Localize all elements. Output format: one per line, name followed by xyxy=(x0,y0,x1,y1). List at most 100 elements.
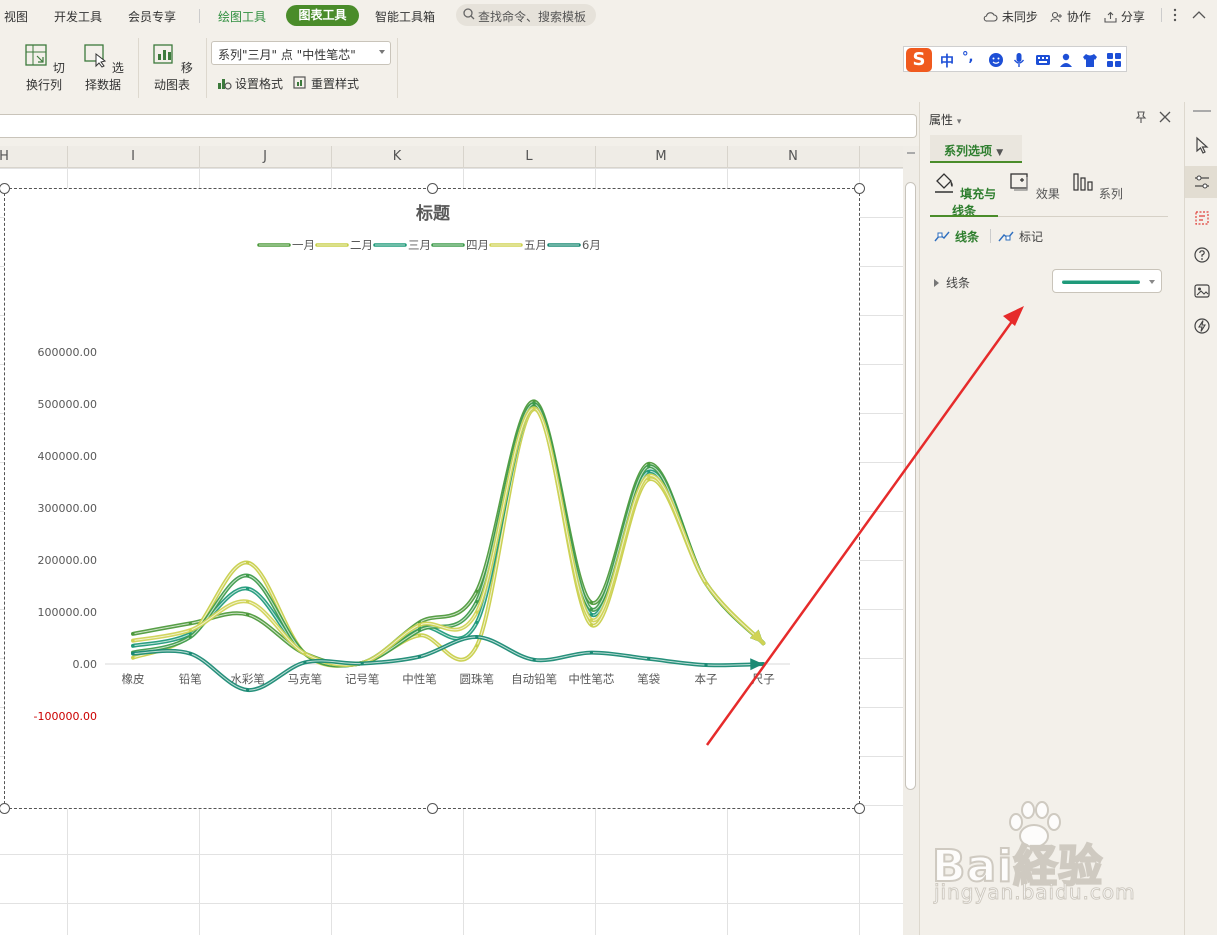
set-format-button[interactable]: 设置格式 xyxy=(216,75,283,92)
switch-row-col-icon xyxy=(25,44,47,66)
help-icon[interactable] xyxy=(1193,246,1211,264)
sliders-icon[interactable] xyxy=(1193,173,1211,191)
cloud-icon xyxy=(983,12,998,22)
series-6 xyxy=(131,634,766,693)
plot-area[interactable] xyxy=(131,399,766,693)
subtab-marker[interactable]: 标记 xyxy=(998,228,1043,245)
tab-chart-tools[interactable]: 图表工具 xyxy=(286,5,359,26)
line-section-toggle[interactable]: 线条 xyxy=(934,274,970,291)
menu-member[interactable]: 会员专享 xyxy=(128,8,176,25)
chevron-down-icon xyxy=(1149,280,1155,284)
tab-fill-line-label: 填充与线条 xyxy=(951,187,997,218)
resize-handle-top[interactable] xyxy=(427,183,438,194)
resize-handle-bottom-right[interactable] xyxy=(854,803,865,814)
shape-transform-icon[interactable] xyxy=(1193,209,1211,227)
chevron-down-icon xyxy=(379,50,385,54)
toolbox-grid-icon[interactable] xyxy=(1106,52,1122,68)
scrollbar-thumb[interactable] xyxy=(905,182,916,790)
resize-handle-bottom[interactable] xyxy=(427,803,438,814)
chart-element-value: 系列"三月" 点 "中性笔芯" xyxy=(218,48,356,62)
reset-style-button[interactable]: 重置样式 xyxy=(292,75,359,92)
ribbon-divider xyxy=(206,38,207,98)
data-point xyxy=(475,600,479,604)
data-point xyxy=(475,620,479,624)
column-header-j[interactable]: J xyxy=(255,149,275,164)
chevron-down-icon: ▼ xyxy=(996,148,1004,158)
column-header-l[interactable]: L xyxy=(519,149,539,164)
collaborate-button[interactable]: 协作 xyxy=(1050,8,1091,25)
data-point xyxy=(589,607,594,611)
y-tick-label: 600000.00 xyxy=(38,346,98,359)
keyboard-icon[interactable] xyxy=(1035,52,1051,68)
caret-right-icon xyxy=(934,279,939,287)
ime-lang-toggle[interactable]: 中 xyxy=(940,51,954,71)
data-point xyxy=(704,581,708,585)
legend-label: 二月 xyxy=(350,238,373,252)
column-header: H I J K L M N xyxy=(0,146,903,168)
x-tick-label: 自动铅笔 xyxy=(511,672,557,686)
command-search[interactable]: 查找命令、搜索模板 xyxy=(456,4,596,26)
subtab-line[interactable]: 线条 xyxy=(934,228,979,245)
formula-input[interactable] xyxy=(0,114,917,138)
tab-draw-tools[interactable]: 绘图工具 xyxy=(218,8,266,25)
x-tick-label: 记号笔 xyxy=(345,672,380,686)
share-icon xyxy=(1104,11,1117,23)
menu-bar: 视图 开发工具 会员专享 绘图工具 图表工具 智能工具箱 查找命令、搜索模板 未… xyxy=(0,0,1217,32)
ribbon-divider xyxy=(138,38,139,98)
data-point xyxy=(188,635,192,639)
chart-object[interactable]: 标题 一月 二月 三月 四月 五月 6月 600000.00 500000.00 400000… xyxy=(4,188,860,809)
column-header-k[interactable]: K xyxy=(387,149,407,164)
tab-effect[interactable]: 效果 xyxy=(999,170,1069,202)
data-point xyxy=(246,587,250,591)
user-icon[interactable] xyxy=(1059,52,1075,68)
legend-label: 四月 xyxy=(466,238,489,252)
x-axis[interactable]: 橡皮 铅笔 水彩笔 马克笔 记号笔 中性笔 圆珠笔 自动铅笔 中性笔芯 笔袋 本子 尺子 xyxy=(105,663,790,686)
resize-handle-top-right[interactable] xyxy=(854,183,865,194)
pointer-icon[interactable] xyxy=(1193,136,1211,154)
column-divider xyxy=(859,146,860,168)
sogou-logo-icon[interactable]: S xyxy=(906,48,932,72)
chart-title[interactable]: 标题 xyxy=(416,203,451,224)
series-options-dropdown[interactable]: 系列选项 ▼ xyxy=(930,135,1022,163)
sync-status[interactable]: 未同步 xyxy=(983,8,1038,25)
subtab-divider xyxy=(990,229,991,243)
pane-title[interactable]: 属性 ▾ xyxy=(929,111,961,128)
x-tick-label: 本子 xyxy=(695,672,718,686)
data-point xyxy=(589,623,594,627)
menu-view[interactable]: 视图 xyxy=(4,8,28,25)
switch-row-col-button[interactable]: 切换行列 xyxy=(18,42,70,93)
lightning-icon[interactable] xyxy=(1193,317,1211,335)
data-point xyxy=(475,610,479,614)
tab-smart-toolbox[interactable]: 智能工具箱 xyxy=(375,8,435,25)
more-icon[interactable] xyxy=(1172,8,1178,22)
grid-row-line xyxy=(0,168,903,169)
share-button[interactable]: 分享 xyxy=(1104,8,1145,25)
select-data-button[interactable]: 选择数据 xyxy=(77,42,129,93)
microphone-icon[interactable] xyxy=(1011,52,1027,68)
line-style-select[interactable] xyxy=(1052,269,1162,293)
pin-icon[interactable] xyxy=(1134,110,1148,124)
chart-legend[interactable]: 一月 二月 三月 四月 五月 6月 xyxy=(257,238,601,252)
share-label: 分享 xyxy=(1120,10,1145,24)
smiley-icon[interactable] xyxy=(988,52,1004,68)
tab-fill-line[interactable]: 填充与线条 xyxy=(929,170,999,219)
tab-series[interactable]: 系列 xyxy=(1069,170,1125,202)
menu-dev-tools[interactable]: 开发工具 xyxy=(54,8,102,25)
vertical-scrollbar[interactable] xyxy=(903,146,919,935)
column-header-n[interactable]: N xyxy=(783,149,803,164)
column-header-i[interactable]: I xyxy=(123,149,143,164)
skin-shirt-icon[interactable] xyxy=(1082,52,1098,68)
y-axis[interactable]: 600000.00 500000.00 400000.00 300000.00 2000… xyxy=(34,346,97,723)
image-tools-icon[interactable] xyxy=(1193,282,1211,300)
data-point xyxy=(246,688,250,692)
move-chart-button[interactable]: 移动图表 xyxy=(146,42,198,93)
chart-element-select[interactable]: 系列"三月" 点 "中性笔芯" xyxy=(211,41,391,65)
legend-label: 6月 xyxy=(582,238,601,252)
ime-punct-toggle[interactable]: °, xyxy=(962,50,973,65)
x-tick-label: 笔袋 xyxy=(637,672,660,686)
column-header-m[interactable]: M xyxy=(651,149,671,164)
collapse-ribbon-icon[interactable] xyxy=(1192,10,1206,19)
close-icon[interactable] xyxy=(1159,111,1171,123)
chart-canvas[interactable]: 标题 一月 二月 三月 四月 五月 6月 600000.00 500000.00 400000… xyxy=(5,189,859,808)
column-header-h[interactable]: H xyxy=(0,149,14,164)
